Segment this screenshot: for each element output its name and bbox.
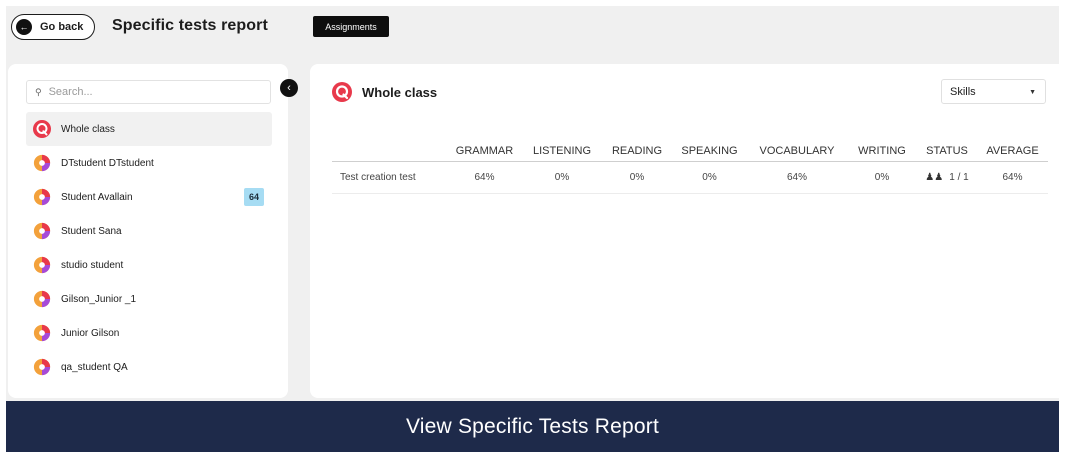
column-header-reading[interactable]: READING (602, 145, 672, 157)
sidebar-item-student[interactable]: studio student (26, 248, 272, 282)
sidebar-item-label: Student Avallain (61, 191, 133, 203)
sidebar-item-label: Gilson_Junior _1 (61, 293, 137, 305)
whole-class-logo-icon (332, 82, 352, 102)
assignments-button[interactable]: Assignments (313, 16, 389, 37)
sidebar-item-label: Whole class (61, 123, 115, 135)
whole-class-logo-icon (33, 120, 51, 138)
sidebar-item-label: studio student (61, 259, 124, 271)
skills-select-value: Skills (950, 85, 976, 98)
status-value: 1 / 1 (949, 172, 969, 183)
student-avatar-icon (33, 188, 51, 206)
table-header-row: GRAMMAR LISTENING READING SPEAKING VOCAB… (332, 140, 1048, 162)
student-avatar-icon (33, 358, 51, 376)
sidebar-item-label: DTstudent DTstudent (61, 157, 154, 169)
sidebar-item-label: Student Sana (61, 225, 122, 237)
report-panel: Whole class Skills ▼ GRAMMAR LISTENING R… (310, 64, 1065, 398)
column-header-status[interactable]: STATUS (917, 145, 977, 157)
chevron-left-icon: ‹ (287, 82, 291, 94)
sidebar-item-whole-class[interactable]: Whole class (26, 112, 272, 146)
caption-banner: View Specific Tests Report (6, 401, 1059, 452)
sidebar-item-student[interactable]: Student Avallain 64 (26, 180, 272, 214)
go-back-button[interactable]: ← Go back (11, 14, 95, 40)
speaking-cell: 0% (702, 172, 717, 183)
sidebar-item-student[interactable]: Junior Gilson (26, 316, 272, 350)
sidebar-item-label: Junior Gilson (61, 327, 120, 339)
student-sidebar: ⚲ Search... ‹ Whole class DTstudent DTst… (8, 64, 298, 398)
column-header-average[interactable]: AVERAGE (977, 145, 1048, 157)
search-input[interactable]: ⚲ Search... (26, 80, 271, 104)
reading-cell: 0% (629, 172, 645, 183)
student-avatar-icon (33, 324, 51, 342)
collapse-sidebar-button[interactable]: ‹ (280, 79, 298, 97)
back-arrow-icon: ← (16, 19, 32, 35)
go-back-label: Go back (40, 21, 84, 33)
sidebar-item-student[interactable]: qa_student QA (26, 350, 272, 384)
student-avatar-icon (33, 154, 51, 172)
grammar-cell: 64% (474, 172, 495, 183)
sidebar-item-student[interactable]: Gilson_Junior _1 (26, 282, 272, 316)
column-header-grammar[interactable]: GRAMMAR (447, 145, 522, 157)
score-badge: 64 (244, 188, 264, 206)
column-header-listening[interactable]: LISTENING (522, 145, 602, 157)
table-row[interactable]: Test creation test 64% 0% 0% 0% 64% 0% ♟… (332, 162, 1048, 194)
panel-title: Whole class (362, 84, 438, 100)
status-cell: ♟♟ 1 / 1 (917, 172, 977, 183)
page-title: Specific tests report (112, 17, 268, 34)
skills-select[interactable]: Skills ▼ (941, 79, 1046, 104)
sidebar-item-student[interactable]: Student Sana (26, 214, 272, 248)
search-icon: ⚲ (35, 86, 42, 97)
column-header-speaking[interactable]: SPEAKING (672, 145, 747, 157)
sidebar-item-student[interactable]: DTstudent DTstudent (26, 146, 272, 180)
student-list: Whole class DTstudent DTstudent Student … (26, 112, 272, 384)
app-window: ← Go back Specific tests report Assignme… (6, 6, 1065, 401)
panel-header: Whole class (332, 82, 437, 102)
listening-cell: 0% (554, 172, 570, 183)
student-avatar-icon (33, 256, 51, 274)
test-name-cell: Test creation test (340, 172, 416, 183)
average-cell: 64% (1002, 172, 1023, 183)
sidebar-item-label: qa_student QA (61, 361, 128, 373)
student-avatar-icon (33, 222, 51, 240)
chevron-down-icon: ▼ (1029, 89, 1036, 96)
writing-cell: 0% (874, 172, 890, 183)
search-placeholder: Search... (48, 86, 93, 98)
student-avatar-icon (33, 290, 51, 308)
results-table: GRAMMAR LISTENING READING SPEAKING VOCAB… (332, 140, 1048, 194)
people-icon: ♟♟ (925, 172, 944, 183)
column-header-vocabulary[interactable]: VOCABULARY (747, 145, 847, 157)
vocabulary-cell: 64% (786, 172, 807, 183)
column-header-writing[interactable]: WRITING (847, 145, 917, 157)
